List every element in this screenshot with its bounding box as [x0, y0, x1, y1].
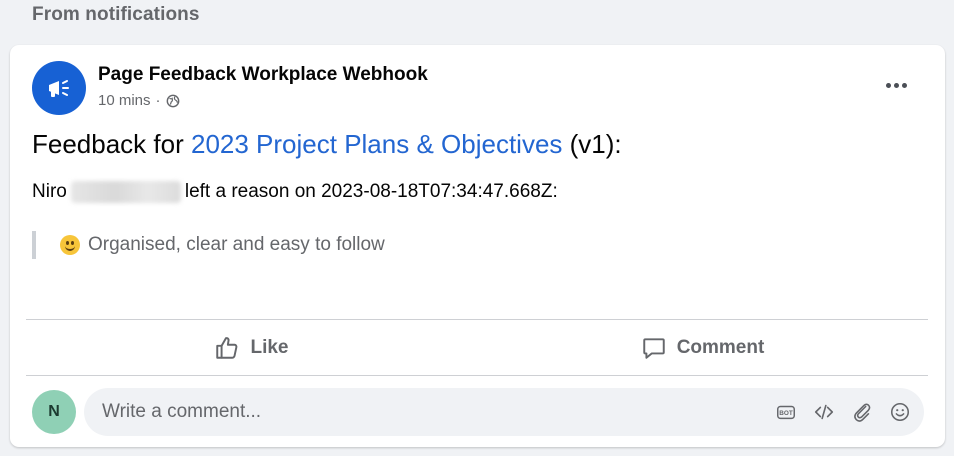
document-link[interactable]: 2023 Project Plans & Objectives	[191, 129, 562, 159]
emoji-button[interactable]	[888, 400, 912, 424]
smiley-emoji-icon	[60, 235, 80, 255]
more-horizontal-icon	[885, 82, 891, 88]
post-meta: 10 mins ·	[98, 92, 180, 109]
comment-label: Comment	[676, 337, 765, 358]
like-button[interactable]: Like	[26, 321, 477, 375]
like-label: Like	[250, 337, 289, 358]
smiley-icon	[890, 402, 910, 422]
reason-line: Niro left a reason on 2023-08-18T07:34:4…	[32, 181, 558, 203]
reason-first-name: Niro	[32, 181, 67, 202]
comment-tools: BOT	[774, 400, 912, 424]
reason-text: left a reason on 2023-08-18T07:34:47.668…	[184, 181, 558, 202]
comment-composer: N BOT	[32, 388, 924, 436]
bot-button[interactable]: BOT	[774, 400, 798, 424]
code-icon	[814, 404, 834, 420]
bot-icon: BOT	[777, 405, 795, 420]
section-title: From notifications	[32, 4, 200, 25]
comment-box: BOT	[84, 388, 924, 436]
avatar[interactable]: N	[32, 390, 76, 434]
globe-icon	[166, 94, 179, 107]
meta-separator: ·	[155, 92, 161, 109]
more-options-button[interactable]	[881, 73, 911, 97]
speech-bubble-icon	[642, 338, 665, 359]
feedback-quote: Organised, clear and easy to follow	[32, 231, 385, 259]
comment-button[interactable]: Comment	[477, 321, 928, 375]
post-time[interactable]: 10 mins	[98, 92, 151, 109]
feedback-title: Feedback for 2023 Project Plans & Object…	[32, 129, 622, 160]
divider	[26, 375, 928, 376]
code-button[interactable]	[812, 400, 836, 424]
redacted-last-name	[70, 181, 181, 203]
paperclip-icon	[854, 403, 871, 422]
action-bar: Like Comment	[26, 321, 928, 375]
quote-text: Organised, clear and easy to follow	[88, 234, 385, 255]
svg-text:BOT: BOT	[779, 410, 793, 417]
divider	[26, 319, 928, 320]
title-prefix: Feedback for	[32, 129, 191, 159]
thumbs-up-icon	[216, 337, 238, 359]
post-card: Page Feedback Workplace Webhook 10 mins …	[10, 45, 945, 447]
megaphone-icon	[49, 80, 69, 97]
title-suffix: (v1):	[562, 129, 622, 159]
comment-input[interactable]	[100, 400, 774, 424]
post-author[interactable]: Page Feedback Workplace Webhook	[98, 64, 428, 86]
attach-button[interactable]	[850, 400, 874, 424]
page-avatar[interactable]	[32, 61, 86, 115]
